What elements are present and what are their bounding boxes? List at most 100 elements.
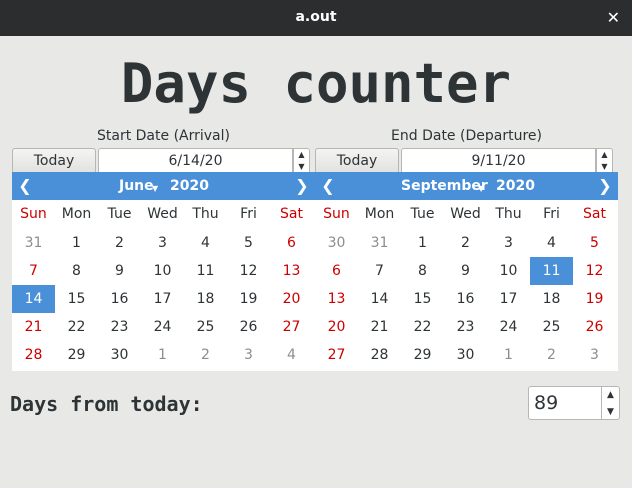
day-cell[interactable]: 8 — [401, 257, 444, 285]
start-date-input[interactable]: 6/14/20 — [98, 148, 293, 174]
day-cell[interactable]: 1 — [55, 229, 98, 257]
end-month-select[interactable]: September — [401, 178, 488, 194]
day-cell[interactable]: 1 — [141, 341, 184, 369]
day-cell[interactable]: 18 — [530, 285, 573, 313]
chevron-left-icon[interactable]: ❮ — [12, 175, 38, 197]
day-cell[interactable]: 30 — [444, 341, 487, 369]
window-title: a.out — [295, 9, 337, 25]
day-cell[interactable]: 3 — [573, 341, 616, 369]
chevron-right-icon[interactable]: ❯ — [289, 175, 315, 197]
day-cell[interactable]: 3 — [141, 229, 184, 257]
day-cell[interactable]: 21 — [358, 313, 401, 341]
day-cell[interactable]: 4 — [270, 341, 313, 369]
day-cell[interactable]: 26 — [573, 313, 616, 341]
window-titlebar: a.out ✕ — [0, 0, 632, 36]
start-today-button[interactable]: Today — [12, 148, 96, 174]
weekday-header: Sun — [20, 206, 47, 222]
day-cell[interactable]: 9 — [444, 257, 487, 285]
day-cell[interactable]: 10 — [487, 257, 530, 285]
day-cell[interactable]: 31 — [12, 229, 55, 257]
day-cell[interactable]: 16 — [98, 285, 141, 313]
day-cell[interactable]: 22 — [401, 313, 444, 341]
day-cell[interactable]: 20 — [315, 313, 358, 341]
day-cell[interactable]: 24 — [487, 313, 530, 341]
day-cell[interactable]: 19 — [227, 285, 270, 313]
day-cell[interactable]: 17 — [141, 285, 184, 313]
day-cell[interactable]: 4 — [184, 229, 227, 257]
day-cell[interactable]: 15 — [401, 285, 444, 313]
day-cell[interactable]: 13 — [315, 285, 358, 313]
day-cell[interactable]: 19 — [573, 285, 616, 313]
caret-down-icon[interactable]: ▼ — [478, 184, 484, 193]
selected-day-cell[interactable]: 11 — [530, 257, 573, 285]
day-cell[interactable]: 8 — [55, 257, 98, 285]
day-cell[interactable]: 2 — [98, 229, 141, 257]
caret-up-icon[interactable]: ▲ — [294, 149, 309, 161]
day-cell[interactable]: 16 — [444, 285, 487, 313]
day-cell[interactable]: 5 — [227, 229, 270, 257]
end-year-label[interactable]: 2020 — [496, 178, 535, 194]
day-cell[interactable]: 25 — [184, 313, 227, 341]
start-month-select[interactable]: June — [119, 178, 154, 194]
day-cell[interactable]: 17 — [487, 285, 530, 313]
day-cell[interactable]: 29 — [401, 341, 444, 369]
day-cell[interactable]: 26 — [227, 313, 270, 341]
end-today-button[interactable]: Today — [315, 148, 399, 174]
day-cell[interactable]: 6 — [270, 229, 313, 257]
day-cell[interactable]: 21 — [12, 313, 55, 341]
day-cell[interactable]: 23 — [444, 313, 487, 341]
end-calendar-header: ❮ September ▼ 2020 ❯ — [315, 172, 618, 200]
weekday-header: Fri — [543, 206, 560, 222]
caret-down-icon[interactable]: ▼ — [602, 404, 619, 420]
day-cell[interactable]: 9 — [98, 257, 141, 285]
selected-day-cell[interactable]: 14 — [12, 285, 55, 313]
chevron-left-icon[interactable]: ❮ — [315, 175, 341, 197]
day-cell[interactable]: 28 — [358, 341, 401, 369]
day-cell[interactable]: 30 — [98, 341, 141, 369]
day-cell[interactable]: 7 — [358, 257, 401, 285]
day-cell[interactable]: 10 — [141, 257, 184, 285]
day-cell[interactable]: 2 — [530, 341, 573, 369]
day-cell[interactable]: 13 — [270, 257, 313, 285]
start-date-spinner: ▲ ▼ — [293, 148, 310, 174]
day-cell[interactable]: 15 — [55, 285, 98, 313]
day-cell[interactable]: 14 — [358, 285, 401, 313]
day-cell[interactable]: 11 — [184, 257, 227, 285]
weekday-header: Sat — [583, 206, 606, 222]
chevron-right-icon[interactable]: ❯ — [592, 175, 618, 197]
day-cell[interactable]: 18 — [184, 285, 227, 313]
day-cell[interactable]: 29 — [55, 341, 98, 369]
end-date-input[interactable]: 9/11/20 — [401, 148, 596, 174]
close-icon[interactable]: ✕ — [607, 8, 620, 27]
day-cell[interactable]: 7 — [12, 257, 55, 285]
day-cell[interactable]: 27 — [315, 341, 358, 369]
day-cell[interactable]: 25 — [530, 313, 573, 341]
day-cell[interactable]: 2 — [184, 341, 227, 369]
day-cell[interactable]: 3 — [227, 341, 270, 369]
day-cell[interactable]: 22 — [55, 313, 98, 341]
day-cell[interactable]: 12 — [227, 257, 270, 285]
days-count-spinner: ▲ ▼ — [601, 386, 620, 420]
day-cell[interactable]: 24 — [141, 313, 184, 341]
start-year-label[interactable]: 2020 — [170, 178, 209, 194]
day-cell[interactable]: 1 — [401, 229, 444, 257]
day-cell[interactable]: 1 — [487, 341, 530, 369]
day-cell[interactable]: 3 — [487, 229, 530, 257]
weekday-header: Sun — [323, 206, 350, 222]
day-cell[interactable]: 27 — [270, 313, 313, 341]
days-count-input[interactable]: 89 — [528, 386, 602, 420]
caret-down-icon[interactable]: ▼ — [152, 184, 158, 193]
weekday-header: Tue — [107, 206, 132, 222]
day-cell[interactable]: 20 — [270, 285, 313, 313]
day-cell[interactable]: 2 — [444, 229, 487, 257]
day-cell[interactable]: 6 — [315, 257, 358, 285]
day-cell[interactable]: 23 — [98, 313, 141, 341]
day-cell[interactable]: 28 — [12, 341, 55, 369]
caret-up-icon[interactable]: ▲ — [597, 149, 612, 161]
day-cell[interactable]: 12 — [573, 257, 616, 285]
day-cell[interactable]: 5 — [573, 229, 616, 257]
caret-up-icon[interactable]: ▲ — [602, 387, 619, 403]
day-cell[interactable]: 30 — [315, 229, 358, 257]
day-cell[interactable]: 4 — [530, 229, 573, 257]
day-cell[interactable]: 31 — [358, 229, 401, 257]
